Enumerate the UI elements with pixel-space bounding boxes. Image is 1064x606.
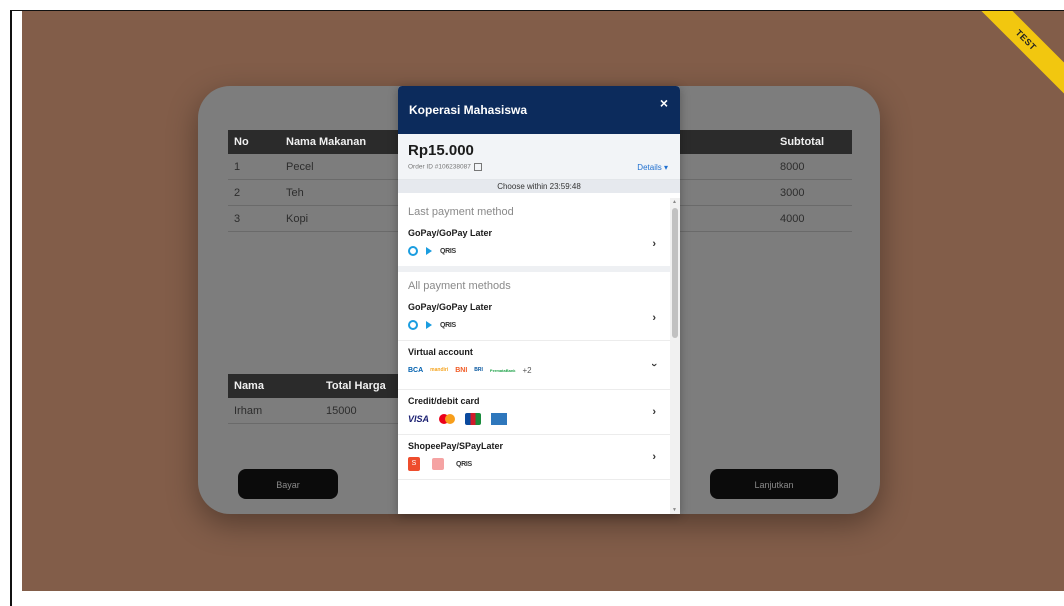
countdown-timer: Choose within 23:59:48	[398, 180, 680, 193]
amount-area: Rp15.000 Order ID #106238087 Details ▾	[398, 134, 680, 180]
mandiri-logo-icon: mandiri	[430, 367, 449, 373]
chevron-right-icon: ›	[652, 238, 656, 250]
scroll-up-icon[interactable]: ▲	[672, 199, 677, 205]
bri-logo-icon: BRI	[474, 367, 483, 373]
scroll-down-icon[interactable]: ▼	[672, 507, 677, 513]
scrollbar-thumb[interactable]	[672, 208, 678, 338]
chevron-right-icon: ›	[652, 406, 656, 418]
modal-title: Koperasi Mahasiswa	[409, 103, 528, 117]
payment-method-gopay[interactable]: GoPay/GoPay Later QRIS ›	[398, 296, 670, 341]
gopay-logo-icon	[408, 246, 418, 256]
header-total-harga: Total Harga	[320, 374, 408, 398]
gopay-logo-icon	[408, 320, 418, 330]
modal-scrollbar[interactable]: ▲ ▼	[670, 198, 680, 514]
permata-logo-icon: PermataBank	[489, 367, 516, 373]
cell-no: 1	[228, 154, 280, 180]
cell-no: 3	[228, 205, 280, 232]
cell-subtotal: 8000	[774, 154, 852, 180]
payment-method-name: Credit/debit card	[408, 396, 480, 406]
payment-method-virtual-account[interactable]: Virtual account BCA mandiri BNI BRI Perm…	[398, 341, 670, 390]
order-id-text: Order ID #106238087	[408, 163, 471, 171]
payment-method-card[interactable]: Credit/debit card VISA ›	[398, 390, 670, 435]
test-ribbon: TEST	[961, 11, 1064, 105]
chevron-right-icon: ›	[652, 312, 656, 324]
all-payment-label: All payment methods	[408, 280, 511, 292]
copy-icon[interactable]	[473, 163, 482, 171]
payment-modal: Koperasi Mahasiswa × Rp15.000 Order ID #…	[398, 86, 680, 514]
last-payment-label: Last payment method	[408, 206, 514, 218]
payment-method-name: GoPay/GoPay Later	[408, 228, 493, 238]
header-subtotal: Subtotal	[774, 130, 852, 154]
cell-name: Irham	[228, 398, 320, 424]
header-no: No	[228, 130, 280, 154]
chevron-down-icon: ›	[648, 363, 661, 367]
gopaylater-logo-icon	[426, 247, 432, 255]
amex-logo-icon	[491, 413, 508, 425]
mastercard-logo-icon	[439, 414, 456, 424]
payment-method-name: ShopeePay/SPayLater	[408, 441, 504, 451]
details-link[interactable]: Details ▾	[637, 163, 668, 172]
summary-table: Nama Total Harga Irham 15000	[228, 374, 408, 424]
header-nama: Nama	[228, 374, 320, 398]
cell-subtotal: 3000	[774, 179, 852, 206]
payment-method-name: GoPay/GoPay Later	[408, 302, 493, 312]
jcb-logo-icon	[465, 413, 482, 425]
gopaylater-logo-icon	[426, 321, 432, 329]
order-id: Order ID #106238087	[408, 163, 482, 171]
cell-total: 15000	[320, 398, 408, 424]
bayar-button[interactable]: Bayar	[238, 469, 338, 499]
lanjutkan-button[interactable]: Lanjutkan	[710, 469, 838, 499]
spaylater-logo-icon	[432, 458, 444, 470]
table-row: Irham 15000	[228, 398, 408, 424]
qris-logo-icon: QRIS	[440, 321, 456, 329]
bni-logo-icon: BNI	[455, 366, 468, 374]
shopeepay-logo-icon: S	[408, 457, 420, 471]
qris-logo-icon: QRIS	[440, 247, 456, 255]
more-banks-count: +2	[522, 365, 532, 375]
payment-method-name: Virtual account	[408, 347, 473, 357]
chevron-right-icon: ›	[652, 451, 656, 463]
payment-amount: Rp15.000	[408, 142, 474, 159]
frame-border-left	[10, 11, 12, 606]
payment-method-shopeepay[interactable]: ShopeePay/SPayLater S QRIS ›	[398, 435, 670, 480]
visa-logo-icon: VISA	[408, 414, 430, 424]
bca-logo-icon: BCA	[408, 366, 424, 374]
modal-header: Koperasi Mahasiswa ×	[398, 86, 680, 134]
qris-logo-icon: QRIS	[456, 460, 472, 468]
cell-subtotal: 4000	[774, 205, 852, 232]
payment-method-last-gopay[interactable]: GoPay/GoPay Later QRIS ›	[398, 222, 670, 266]
close-icon[interactable]: ×	[660, 95, 668, 111]
cell-no: 2	[228, 179, 280, 206]
last-payment-section: Last payment method GoPay/GoPay Later QR…	[398, 198, 670, 272]
payment-method-list: Last payment method GoPay/GoPay Later QR…	[398, 198, 670, 514]
